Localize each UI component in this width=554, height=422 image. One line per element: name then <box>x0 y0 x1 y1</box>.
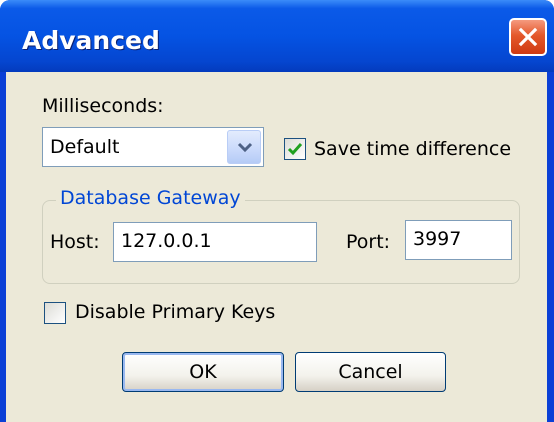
cancel-button[interactable]: Cancel <box>295 352 446 392</box>
checkmark-icon <box>287 143 303 156</box>
database-gateway-title: Database Gateway <box>56 187 245 209</box>
save-time-difference-label[interactable]: Save time difference <box>314 138 511 160</box>
close-button[interactable] <box>509 18 547 56</box>
host-label: Host: <box>50 231 100 253</box>
milliseconds-label: Milliseconds: <box>42 95 164 117</box>
milliseconds-dropdown[interactable]: Default <box>42 127 264 167</box>
advanced-dialog: Advanced Milliseconds: Default Save time… <box>0 0 554 422</box>
disable-primary-keys-checkbox[interactable] <box>44 302 66 324</box>
port-label: Port: <box>346 231 391 253</box>
window-title: Advanced <box>22 26 160 55</box>
host-input[interactable]: 127.0.0.1 <box>113 222 317 262</box>
disable-primary-keys-label[interactable]: Disable Primary Keys <box>75 301 275 323</box>
host-value: 127.0.0.1 <box>121 230 212 252</box>
milliseconds-selected-value: Default <box>50 136 120 158</box>
chevron-down-icon <box>237 142 253 153</box>
close-icon <box>518 27 538 47</box>
dropdown-button[interactable] <box>227 130 261 164</box>
ok-button[interactable]: OK <box>122 352 284 392</box>
save-time-difference-checkbox[interactable] <box>284 138 306 160</box>
dialog-client-area: Milliseconds: Default Save time differen… <box>6 72 547 422</box>
port-value: 3997 <box>413 228 462 250</box>
port-input[interactable]: 3997 <box>405 220 512 260</box>
title-bar[interactable]: Advanced <box>0 0 554 72</box>
